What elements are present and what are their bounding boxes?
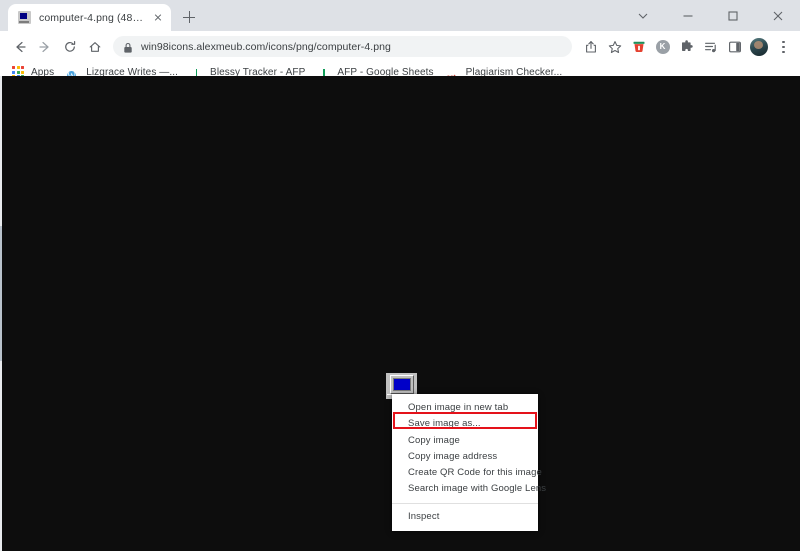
computer-screen-shape bbox=[393, 378, 411, 391]
menu-item-search-with-google-lens[interactable]: Search image with Google Lens bbox=[392, 481, 546, 497]
kami-extension-icon[interactable]: K bbox=[651, 35, 674, 58]
menu-item-inspect[interactable]: Inspect bbox=[392, 509, 538, 525]
computer-monitor-shape bbox=[390, 375, 414, 394]
home-icon[interactable] bbox=[82, 34, 107, 59]
browser-toolbar: win98icons.alexmeub.com/icons/png/comput… bbox=[0, 31, 800, 62]
share-icon[interactable] bbox=[579, 35, 602, 58]
browser-tab[interactable]: computer-4.png (48×48) bbox=[8, 4, 171, 31]
chrome-menu-icon[interactable] bbox=[772, 35, 794, 58]
menu-item-create-qr-code[interactable]: Create QR Code for this image bbox=[392, 465, 542, 481]
reload-icon[interactable] bbox=[57, 34, 82, 59]
reading-list-icon[interactable] bbox=[699, 35, 722, 58]
menu-item-copy-image-address[interactable]: Copy image address bbox=[392, 449, 538, 465]
close-icon[interactable] bbox=[150, 10, 165, 25]
tab-strip: computer-4.png (48×48) bbox=[0, 0, 800, 31]
lock-icon bbox=[123, 41, 133, 53]
minimize-button[interactable] bbox=[665, 0, 710, 31]
extensions-puzzle-icon[interactable] bbox=[675, 35, 698, 58]
bookmark-star-icon[interactable] bbox=[603, 35, 626, 58]
tab-title: computer-4.png (48×48) bbox=[39, 11, 148, 24]
menu-item-open-image-in-new-tab[interactable]: Open image in new tab bbox=[392, 400, 538, 416]
grammarly-extension-icon[interactable] bbox=[627, 35, 650, 58]
side-panel-icon[interactable] bbox=[723, 35, 746, 58]
window-left-edge-shade bbox=[0, 226, 2, 361]
tab-search-button[interactable] bbox=[620, 0, 665, 31]
address-bar[interactable]: win98icons.alexmeub.com/icons/png/comput… bbox=[113, 36, 572, 57]
maximize-button[interactable] bbox=[710, 0, 755, 31]
back-icon[interactable] bbox=[7, 34, 32, 59]
context-menu: Open image in new tab Save image as... C… bbox=[392, 394, 546, 532]
menu-item-save-image-as[interactable]: Save image as... bbox=[392, 416, 538, 432]
url-text: win98icons.alexmeub.com/icons/png/comput… bbox=[141, 40, 391, 53]
page-content: Open image in new tab Save image as... C… bbox=[0, 76, 800, 551]
browser-window: computer-4.png (48×48) win98icons.alexme… bbox=[0, 0, 800, 551]
avatar[interactable] bbox=[750, 37, 768, 56]
menu-item-copy-image[interactable]: Copy image bbox=[392, 433, 538, 449]
forward-icon[interactable] bbox=[32, 34, 57, 59]
menu-separator bbox=[392, 502, 538, 504]
new-tab-button[interactable] bbox=[176, 4, 202, 30]
window-controls bbox=[620, 0, 800, 31]
close-button[interactable] bbox=[755, 0, 800, 31]
computer-icon bbox=[18, 11, 31, 24]
